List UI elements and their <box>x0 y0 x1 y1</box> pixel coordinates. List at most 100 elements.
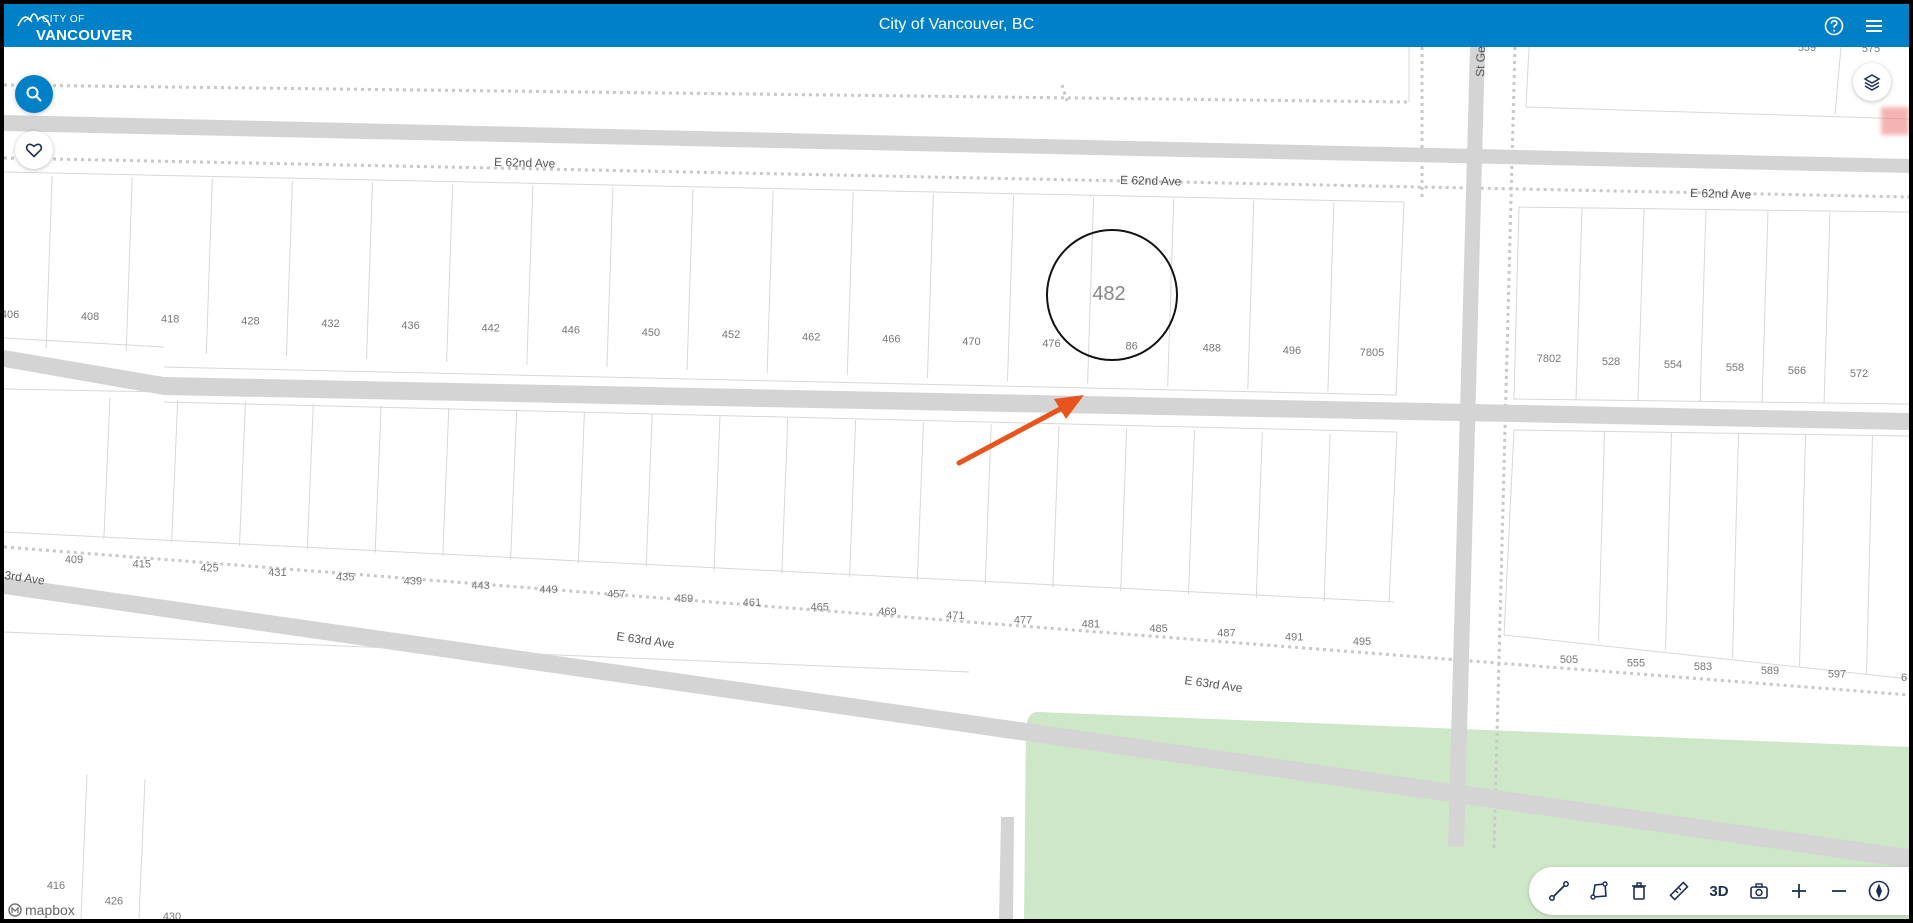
lot-number: 428 <box>241 316 259 328</box>
lot-number: 488 <box>1203 343 1221 355</box>
lot-number: 469 <box>878 606 896 618</box>
lot-divider <box>306 403 314 550</box>
lot-number: 446 <box>562 325 580 337</box>
lot-number: 7805 <box>1360 347 1384 359</box>
lot-number: 505 <box>1560 654 1578 666</box>
street-label: E 62nd Ave <box>1120 173 1182 188</box>
lot-divider <box>849 419 857 577</box>
lot-divider <box>125 177 133 352</box>
lot-number: 528 <box>1602 356 1620 368</box>
lot-divider <box>1699 209 1707 402</box>
lot-number: 6 <box>1901 672 1907 684</box>
lot-number: 425 <box>200 563 218 575</box>
lot-divider <box>1255 431 1263 598</box>
lot-number: 435 <box>336 571 354 583</box>
screenshot-button[interactable] <box>1739 871 1779 911</box>
layers-button[interactable] <box>1853 63 1891 101</box>
lot-number: 459 <box>675 593 693 605</box>
lot-number: 465 <box>811 602 829 614</box>
lot-divider <box>713 415 721 571</box>
map-attribution[interactable]: mapbox <box>8 902 75 918</box>
lot-number: 432 <box>321 318 339 330</box>
lot-number: 7802 <box>1537 353 1561 365</box>
user-avatar-swatch <box>1881 107 1909 135</box>
lot-divider <box>1799 435 1806 667</box>
compass-button[interactable] <box>1859 871 1899 911</box>
street-label: E 63rd Ave <box>1184 673 1244 695</box>
polygon-tool-icon <box>1590 881 1608 900</box>
heart-icon <box>25 143 43 158</box>
lot-number: 439 <box>404 576 422 588</box>
lot-number: 442 <box>482 322 500 334</box>
measure-tool-button[interactable] <box>1659 871 1699 911</box>
line-tool-icon <box>1549 881 1569 901</box>
lot-number: 443 <box>472 580 490 592</box>
lot-divider <box>446 184 454 362</box>
line-tool-button[interactable] <box>1539 871 1579 911</box>
lot-divider <box>103 397 111 539</box>
attribution-text: mapbox <box>25 902 75 918</box>
favorites-button[interactable] <box>15 131 53 169</box>
lot-number: 436 <box>401 320 419 332</box>
lot-divider <box>1323 433 1331 602</box>
camera-icon <box>1750 883 1768 899</box>
lot-number: 426 <box>105 896 123 908</box>
map-toolbar: 3D <box>1529 867 1909 915</box>
lot-divider <box>1637 208 1645 401</box>
lot-number: 409 <box>65 554 83 566</box>
lot-divider <box>1834 47 1842 115</box>
lot-divider <box>1167 198 1175 387</box>
menu-icon[interactable] <box>1861 13 1887 39</box>
lot-divider <box>1188 429 1195 595</box>
compass-icon <box>1868 880 1890 902</box>
lot-number: 466 <box>882 334 900 346</box>
lot-divider <box>926 193 934 379</box>
lot-divider <box>846 192 854 376</box>
lot-number: 86 <box>1125 340 1137 352</box>
delete-tool-button[interactable] <box>1619 871 1659 911</box>
lot-number: 476 <box>1042 338 1060 350</box>
street-label: E 62nd Ave <box>494 155 556 170</box>
lot-number: 495 <box>1353 636 1371 648</box>
lot-number: 559 <box>1798 47 1816 54</box>
search-button[interactable] <box>15 75 53 113</box>
view-3d-button[interactable]: 3D <box>1699 871 1739 911</box>
lot-number: 554 <box>1664 359 1682 371</box>
lot-number: 406 <box>4 309 19 321</box>
lot-divider <box>1732 433 1739 659</box>
lot-divider <box>1761 211 1769 403</box>
lot-divider <box>239 401 246 546</box>
lot-number: 449 <box>539 584 557 596</box>
lot-number: 477 <box>1014 614 1032 626</box>
lot-divider <box>285 180 293 357</box>
lot-divider <box>1575 207 1583 400</box>
lot-number: 558 <box>1726 362 1744 374</box>
lot-divider <box>510 409 518 560</box>
lot-number: 481 <box>1082 619 1100 631</box>
lot-number: 555 <box>1627 658 1645 670</box>
lot-number: 589 <box>1761 665 1779 677</box>
lot-divider <box>645 413 653 567</box>
lot-divider <box>606 187 614 368</box>
trash-icon <box>1632 882 1646 900</box>
lot-number: 487 <box>1217 627 1235 639</box>
help-icon[interactable] <box>1821 13 1847 39</box>
lot-divider <box>1247 200 1255 389</box>
lot-number: 575 <box>1862 47 1880 55</box>
lot-divider <box>1866 436 1873 675</box>
lot-number: 583 <box>1694 661 1712 673</box>
app-frame: CITY OF VANCOUVER City of Vancouver, BC <box>4 4 1909 919</box>
lot-number: 597 <box>1828 668 1846 680</box>
map-canvas[interactable]: E 62nd Ave E 62nd Ave E 62nd Ave E 63rd … <box>4 47 1909 919</box>
lot-number: 431 <box>268 567 286 579</box>
mapbox-logo-icon <box>8 903 22 917</box>
page-title: City of Vancouver, BC <box>878 16 1035 33</box>
lot-divider <box>171 399 179 543</box>
zoom-out-button[interactable] <box>1819 871 1859 911</box>
zoom-in-button[interactable] <box>1779 871 1819 911</box>
lot-divider <box>205 179 213 354</box>
lot-divider <box>1665 432 1672 650</box>
lot-number: 408 <box>81 311 99 323</box>
lot-number: 450 <box>642 327 660 339</box>
polygon-tool-button[interactable] <box>1579 871 1619 911</box>
